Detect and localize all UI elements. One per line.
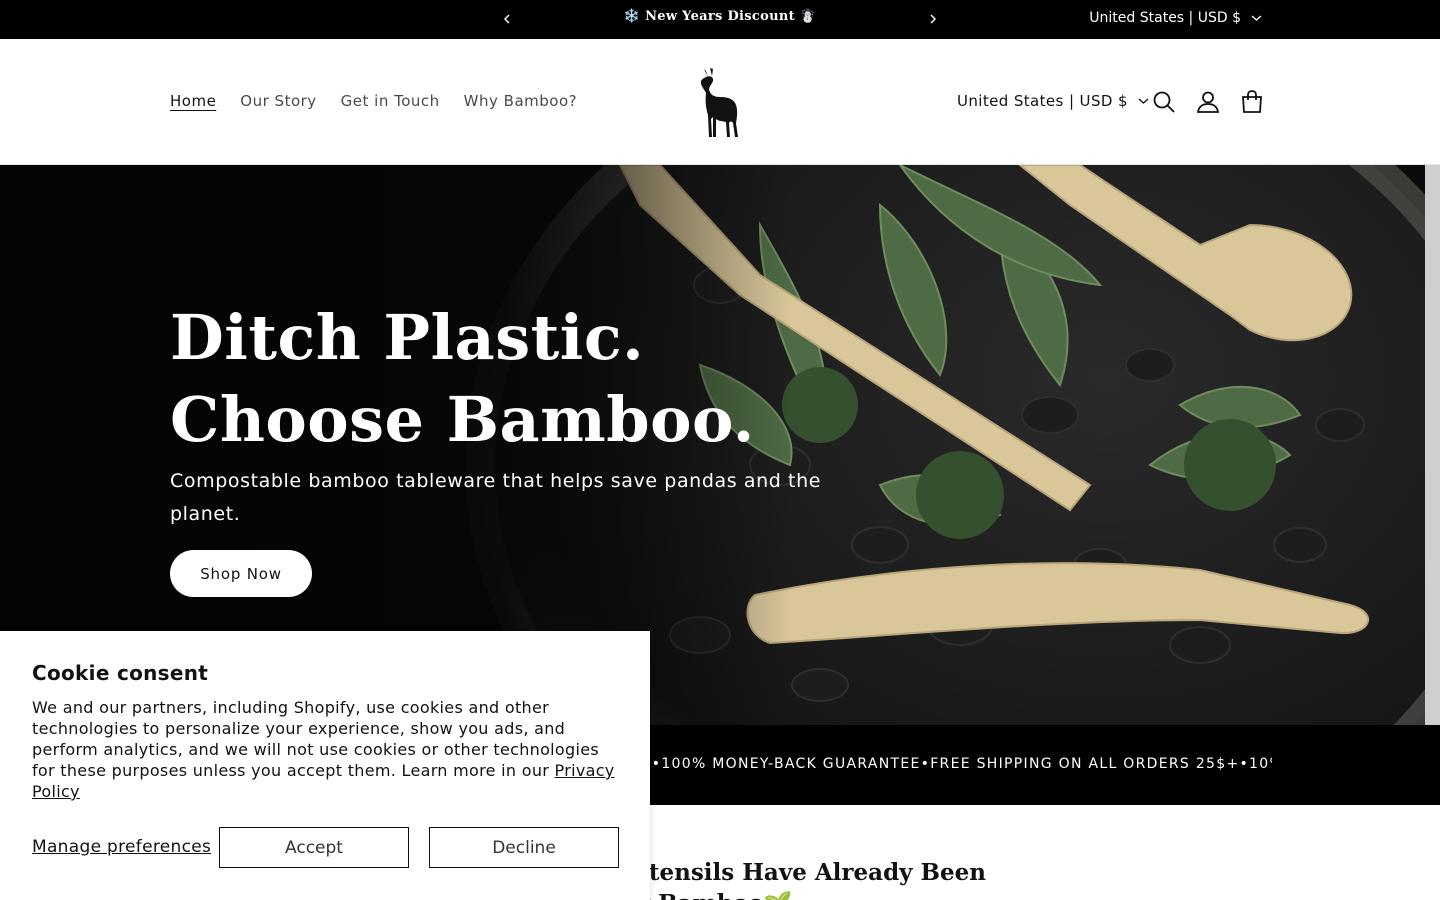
announcement-locale-label: United States | USD $ [1089, 10, 1241, 26]
cookie-consent-banner: Cookie consent We and our partners, incl… [0, 631, 650, 900]
announcement-locale-selector[interactable]: United States | USD $ [1089, 10, 1262, 26]
locale-label: United States | USD $ [957, 92, 1128, 110]
announcement-bar: ❄️ New Years Discount ☃️ United States |… [0, 0, 1440, 39]
cookie-body: We and our partners, including Shopify, … [32, 697, 622, 802]
site-header: Home Our Story Get in Touch Why Bamboo? … [0, 39, 1440, 165]
hero-heading: Ditch Plastic. Choose Bamboo. [170, 301, 755, 456]
chevron-left-icon[interactable] [498, 10, 516, 28]
cart-icon[interactable] [1239, 89, 1265, 115]
nav-get-in-touch[interactable]: Get in Touch [341, 92, 440, 110]
marquee-text: N•100% MONEY-BACK GUARANTEE•FREE SHIPPIN… [640, 756, 1272, 772]
deer-logo-icon[interactable] [692, 67, 748, 139]
nav-our-story[interactable]: Our Story [240, 92, 316, 110]
account-icon[interactable] [1195, 89, 1221, 115]
chevron-down-icon [1251, 15, 1262, 21]
cookie-title: Cookie consent [32, 661, 209, 685]
hero-subheading: Compostable bamboo tableware that helps … [170, 470, 822, 525]
locale-selector[interactable]: United States | USD $ [957, 92, 1149, 110]
nav-home[interactable]: Home [170, 92, 216, 110]
shop-now-button[interactable]: Shop Now [170, 550, 312, 597]
main-nav: Home Our Story Get in Touch Why Bamboo? [170, 92, 577, 110]
search-icon[interactable] [1151, 89, 1177, 115]
cookie-body-text: We and our partners, including Shopify, … [32, 698, 599, 780]
chevron-down-icon [1138, 98, 1149, 104]
chevron-right-icon[interactable] [924, 10, 942, 28]
manage-preferences-link[interactable]: Manage preferences [32, 837, 211, 857]
decline-button[interactable]: Decline [429, 827, 619, 868]
accept-button[interactable]: Accept [219, 827, 409, 868]
nav-why-bamboo[interactable]: Why Bamboo? [464, 92, 577, 110]
announcement-message: ❄️ New Years Discount ☃️ [623, 9, 817, 24]
